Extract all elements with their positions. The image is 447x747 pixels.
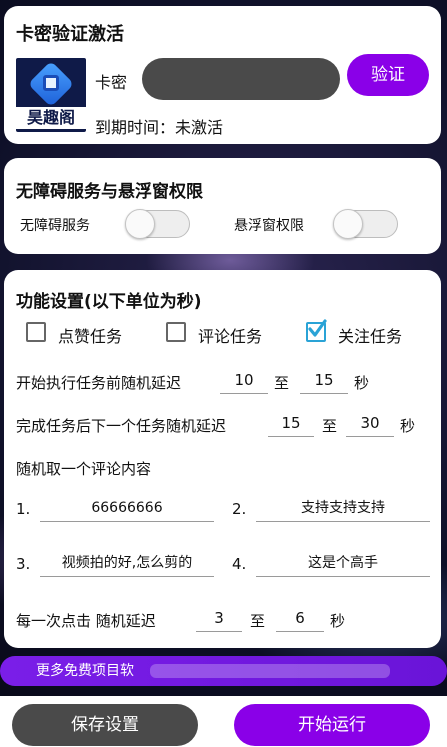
permissions-card: 无障碍服务与悬浮窗权限 无障碍服务 悬浮窗权限	[4, 158, 441, 254]
comment-2-num: 2.	[232, 500, 247, 518]
comment-task-checkbox[interactable]	[166, 322, 186, 342]
expire-row: 到期时间：未激活	[95, 114, 223, 138]
overlay-toggle-knob	[333, 209, 363, 239]
comment-3-num: 3.	[16, 555, 31, 573]
settings-card: 功能设置(以下单位为秒) 点赞任务 评论任务 关注任务 开始执行任务前随机延迟 …	[4, 270, 441, 648]
start-delay-min-input[interactable]: 10	[220, 368, 268, 394]
follow-task-checkbox[interactable]	[306, 319, 327, 342]
next-delay-to: 至	[322, 417, 338, 435]
activation-card: 卡密验证激活 昊趣阁 卡密 验证 到期时间：未激活	[4, 6, 441, 144]
app-logo: 昊趣阁	[16, 58, 86, 132]
start-delay-unit: 秒	[354, 374, 370, 392]
key-label: 卡密	[95, 73, 128, 92]
start-delay-label: 开始执行任务前随机延迟	[16, 374, 182, 392]
next-delay-label: 完成任务后下一个任务随机延迟	[16, 417, 227, 435]
key-input[interactable]	[142, 58, 340, 100]
like-task-checkbox[interactable]	[26, 322, 46, 342]
start-delay-max-input[interactable]: 15	[300, 368, 348, 394]
start-run-button[interactable]: 开始运行	[234, 704, 430, 746]
promo-banner-blurred	[150, 664, 390, 678]
overlay-toggle[interactable]	[333, 209, 398, 239]
logo-cube-icon	[43, 75, 59, 91]
bottom-action-bar: 保存设置 开始运行	[0, 696, 447, 747]
comment-4-input[interactable]: 这是个高手	[256, 551, 430, 577]
click-delay-label: 每一次点击 随机延迟	[16, 612, 156, 630]
click-delay-min-input[interactable]: 3	[196, 606, 242, 632]
activation-title: 卡密验证激活	[16, 24, 124, 45]
comment-label: 随机取一个评论内容	[16, 460, 152, 478]
promo-banner-text: 更多免费项目软	[36, 663, 134, 679]
accessibility-toggle[interactable]	[125, 209, 190, 239]
comment-2-input[interactable]: 支持支持支持	[256, 496, 430, 522]
save-settings-button[interactable]: 保存设置	[12, 704, 198, 746]
click-delay-max-input[interactable]: 6	[276, 606, 324, 632]
next-delay-max-input[interactable]: 30	[346, 411, 394, 437]
like-task-label: 点赞任务	[58, 327, 123, 346]
logo-text: 昊趣阁	[16, 107, 86, 129]
comment-4-num: 4.	[232, 555, 247, 573]
comment-1-input[interactable]: 66666666	[40, 496, 214, 522]
comment-1-num: 1.	[16, 500, 31, 518]
accessibility-label: 无障碍服务	[20, 218, 90, 234]
follow-task-label: 关注任务	[338, 327, 403, 346]
comment-task-label: 评论任务	[198, 327, 263, 346]
next-delay-unit: 秒	[400, 417, 416, 435]
click-delay-to: 至	[250, 612, 266, 630]
expire-label: 到期时间：	[95, 118, 176, 137]
accessibility-toggle-knob	[125, 209, 155, 239]
expire-value: 未激活	[175, 118, 224, 137]
permissions-title: 无障碍服务与悬浮窗权限	[16, 182, 203, 202]
checkmark-icon	[308, 319, 327, 337]
click-delay-unit: 秒	[330, 612, 346, 630]
settings-title: 功能设置(以下单位为秒)	[16, 292, 202, 312]
next-delay-min-input[interactable]: 15	[268, 411, 314, 437]
overlay-label: 悬浮窗权限	[234, 218, 304, 234]
comment-3-input[interactable]: 视频拍的好,怎么剪的	[40, 551, 214, 577]
verify-button[interactable]: 验证	[347, 54, 429, 96]
start-delay-to: 至	[274, 374, 290, 392]
